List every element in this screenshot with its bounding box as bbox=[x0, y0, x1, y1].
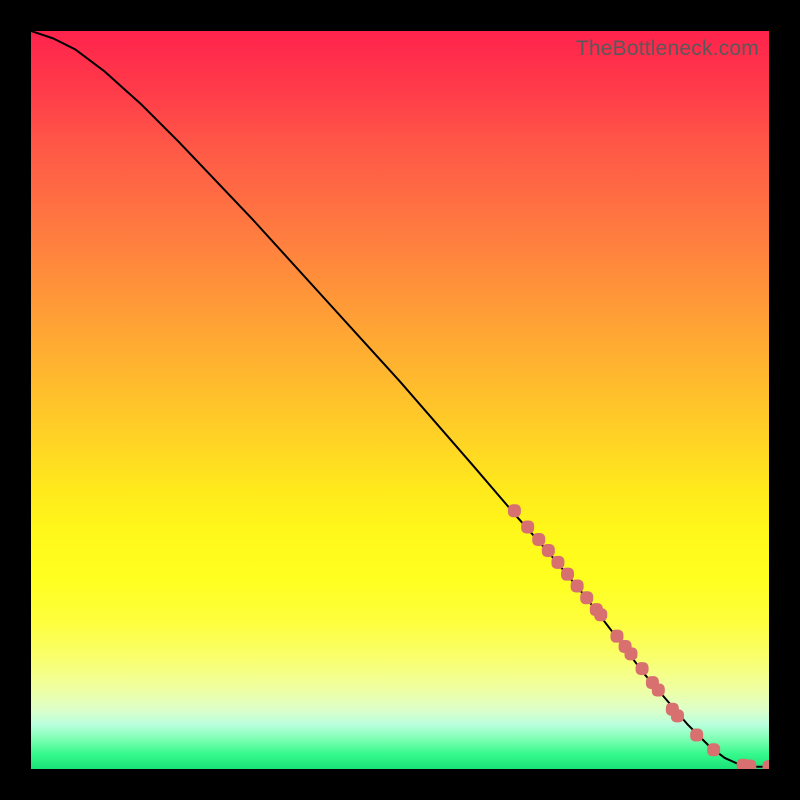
scatter-point bbox=[763, 760, 770, 769]
scatter-point bbox=[542, 544, 555, 557]
scatter-point bbox=[743, 760, 756, 769]
scatter-point bbox=[636, 662, 649, 675]
scatter-points-group bbox=[508, 504, 769, 769]
scatter-point bbox=[551, 556, 564, 569]
scatter-point bbox=[532, 533, 545, 546]
scatter-point bbox=[671, 709, 684, 722]
chart-svg bbox=[31, 31, 769, 769]
scatter-point bbox=[652, 684, 665, 697]
scatter-point bbox=[624, 647, 637, 660]
scatter-point bbox=[580, 591, 593, 604]
scatter-point bbox=[561, 568, 574, 581]
scatter-point bbox=[690, 729, 703, 742]
chart-frame: TheBottleneck.com bbox=[0, 0, 800, 800]
scatter-point bbox=[521, 520, 534, 533]
scatter-point bbox=[594, 608, 607, 621]
curve-line bbox=[31, 31, 769, 767]
plot-area: TheBottleneck.com bbox=[31, 31, 769, 769]
scatter-point bbox=[508, 504, 521, 517]
scatter-point bbox=[571, 579, 584, 592]
scatter-point bbox=[707, 743, 720, 756]
